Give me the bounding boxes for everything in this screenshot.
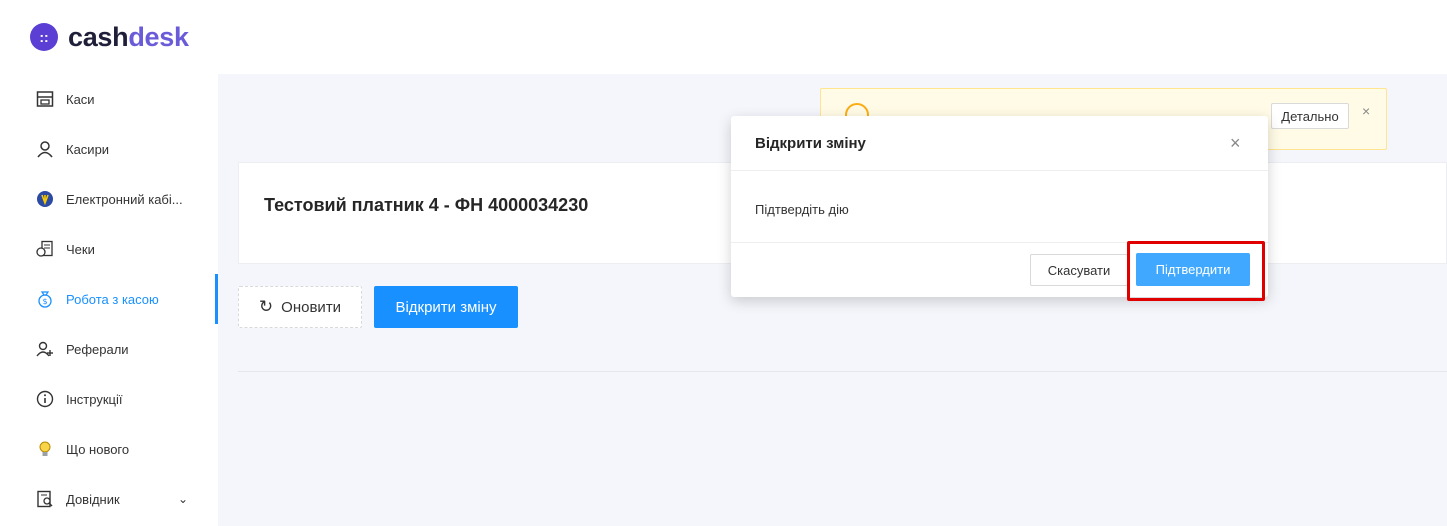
modal-body-text: Підтвердіть дію	[755, 202, 849, 217]
receipt-icon	[34, 238, 56, 260]
sidebar-item-label: Касири	[66, 141, 110, 157]
sidebar-item-label: Що нового	[66, 441, 130, 457]
cashbox-icon	[34, 88, 56, 110]
modal-footer: Скасувати Підтвердити	[731, 242, 1268, 297]
content-divider	[238, 371, 1447, 372]
directory-icon	[34, 488, 56, 510]
sidebar-item-receipts[interactable]: Чеки	[0, 224, 218, 274]
cancel-button[interactable]: Скасувати	[1030, 254, 1128, 286]
sidebar-item-cashboxes[interactable]: Каси	[0, 74, 218, 124]
sidebar-item-label: Електронний кабі...	[66, 191, 183, 207]
confirm-button[interactable]: Підтвердити	[1136, 253, 1250, 286]
sidebar-item-label: Каси	[66, 91, 95, 107]
sidebar-item-cashiers[interactable]: Касири	[0, 124, 218, 174]
referral-icon	[34, 338, 56, 360]
sidebar-item-e-cabinet[interactable]: Електронний кабі...	[0, 174, 218, 224]
chevron-down-icon[interactable]: ⌄	[178, 492, 188, 506]
money-bag-icon: $	[34, 288, 56, 310]
svg-text:$: $	[42, 297, 47, 306]
payer-title: Тестовий платник 4 - ФН 4000034230	[264, 195, 589, 215]
lightbulb-icon	[34, 438, 56, 460]
info-icon	[34, 388, 56, 410]
sidebar-item-label: Інструкції	[66, 391, 123, 407]
sidebar-item-label: Робота з касою	[66, 291, 159, 307]
confirm-modal: Відкрити зміну × Підтвердіть дію Скасува…	[731, 116, 1268, 297]
sidebar-item-whats-new[interactable]: Що нового	[0, 424, 218, 474]
alert-close-icon[interactable]: ×	[1362, 103, 1370, 119]
refresh-icon: ↻	[258, 297, 274, 316]
sidebar-item-label: Чеки	[66, 241, 95, 257]
sidebar-item-instructions[interactable]: Інструкції	[0, 374, 218, 424]
modal-header: Відкрити зміну ×	[731, 116, 1268, 171]
sidebar-item-directory[interactable]: Довідник ⌄	[0, 474, 218, 524]
refresh-label: Оновити	[281, 298, 342, 316]
sidebar-item-label: Довідник	[66, 491, 120, 507]
ukraine-emblem-icon	[34, 188, 56, 210]
sidebar-item-referrals[interactable]: Реферали	[0, 324, 218, 374]
close-icon[interactable]: ×	[1230, 133, 1241, 154]
sidebar-item-label: Реферали	[66, 341, 129, 357]
user-icon	[34, 138, 56, 160]
sidebar: Каси Касири Електронний кабі... Чеки $ Р…	[0, 74, 218, 526]
app-header: :: cashdesk	[0, 0, 1447, 74]
sidebar-item-cash-work[interactable]: $ Робота з касою	[0, 274, 218, 324]
logo-mark-icon: ::	[30, 23, 58, 51]
alert-detail-button[interactable]: Детально	[1271, 103, 1349, 129]
refresh-button[interactable]: ↻ Оновити	[238, 286, 362, 328]
open-shift-button[interactable]: Відкрити зміну	[374, 286, 518, 328]
modal-title: Відкрити зміну	[755, 135, 866, 152]
cashdesk-logo[interactable]: :: cashdesk	[30, 22, 189, 53]
logo-text: cashdesk	[68, 21, 189, 52]
